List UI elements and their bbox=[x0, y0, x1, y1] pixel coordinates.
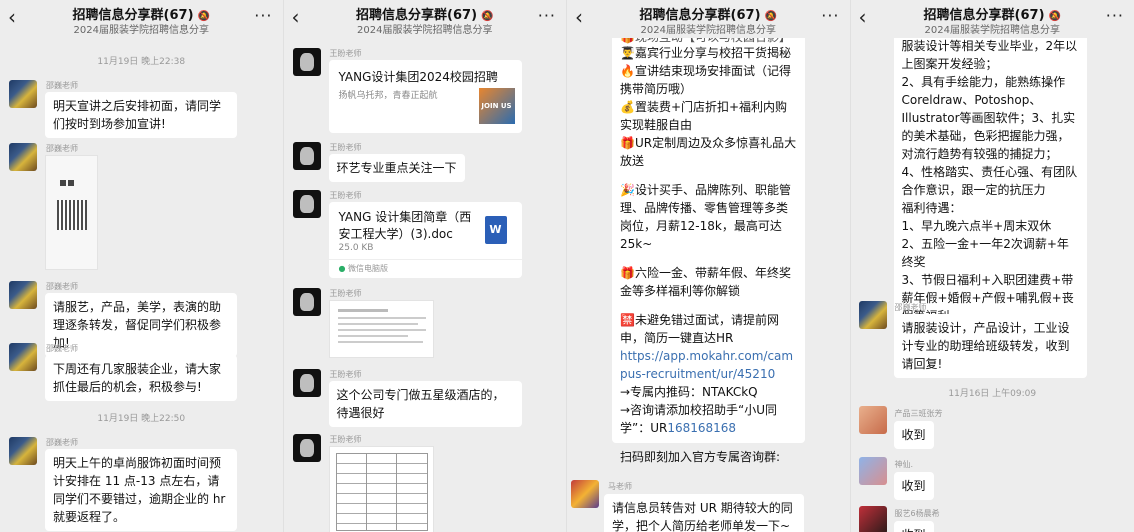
avatar[interactable] bbox=[292, 142, 321, 170]
image-message[interactable] bbox=[328, 446, 434, 532]
avatar[interactable] bbox=[858, 406, 887, 434]
chat-header: ‹ 招聘信息分享群(67) 🔕 2024届服装学院招聘信息分享 ··· bbox=[567, 0, 850, 38]
sender-name: 邵巍老师 bbox=[46, 81, 78, 90]
avatar[interactable] bbox=[9, 281, 37, 309]
sender-name: 产品三班张芳 bbox=[894, 409, 943, 418]
more-icon[interactable]: ··· bbox=[538, 6, 556, 25]
message-line: 👨‍🎓嘉宾行业分享与校招干货揭秘 bbox=[620, 46, 791, 60]
avatar[interactable] bbox=[571, 480, 599, 508]
sender-name: 王盼老师 bbox=[329, 49, 362, 58]
message-paragraph: 🎉设计买手、品牌陈列、职能管理、品牌传播、零售管理等多类岗位，月薪12-18k，… bbox=[620, 183, 791, 251]
message-line: 🔥宣讲结束现场安排面试（记得携带简历哦） bbox=[620, 64, 791, 96]
message-bubble[interactable]: 请信息员转告对 UR 期待较大的同学，把个人简历给老师单发一下~ bbox=[604, 494, 804, 532]
word-file-icon: W bbox=[484, 216, 507, 244]
sender-name: 邵巍老师 bbox=[894, 303, 927, 312]
message-bubble[interactable]: 收到 bbox=[893, 472, 934, 500]
avatar[interactable] bbox=[858, 457, 887, 485]
avatar[interactable] bbox=[292, 434, 321, 462]
sender-name: 王盼老师 bbox=[329, 191, 362, 200]
message-bubble[interactable]: 这个公司专门做五星级酒店的，待遇很好 bbox=[328, 381, 522, 427]
message-bubble-job-detail[interactable]: 服装设计等相关专业毕业，2年以上图案开发经验； 2、具有手绘能力，能熟练操作Co… bbox=[893, 32, 1087, 330]
chat-panel-4: ‹ 招聘信息分享群(67) 🔕 2024届服装学院招聘信息分享 ··· 服装设计等… bbox=[850, 0, 1134, 532]
referral-code: →专属内推码：NTAKCkQ bbox=[620, 385, 758, 399]
chat-subtitle: 2024届服装学院招聘信息分享 bbox=[357, 25, 493, 36]
sender-name: 王盼老师 bbox=[329, 435, 362, 444]
avatar[interactable] bbox=[292, 369, 321, 397]
more-icon[interactable]: ··· bbox=[254, 6, 272, 25]
link-thumbnail: JOIN US bbox=[478, 88, 515, 124]
message-paragraph: 🎁六险一金、带薪年假、年终奖金等多样福利等你解锁 bbox=[620, 266, 791, 298]
avatar[interactable] bbox=[292, 190, 321, 218]
chat-header: ‹ 招聘信息分享群(67) 🔕 2024届服装学院招聘信息分享 ··· bbox=[283, 0, 566, 38]
message-bubble-recruitment[interactable]: 🎁现场互动【可以与校园合影】 👨‍🎓嘉宾行业分享与校招干货揭秘 🔥宣讲结束现场安… bbox=[612, 30, 805, 464]
recruitment-link[interactable]: https://app.mokahr.com/campus-recruitmen… bbox=[620, 347, 797, 383]
message-line: 💰置装费+门店折扣+福利内购实现鞋服自由 bbox=[620, 100, 788, 132]
sender-name: 邵巍老师 bbox=[46, 438, 78, 447]
sender-name: 马老师 bbox=[608, 482, 632, 491]
timestamp: 11月16日 上午09:09 bbox=[948, 389, 1037, 399]
timestamp: 11月19日 晚上22:50 bbox=[97, 414, 186, 424]
avatar[interactable] bbox=[9, 80, 37, 108]
chat-panel-2: ‹ 招聘信息分享群(67) 🔕 2024届服装学院招聘信息分享 ··· 王盼老师 … bbox=[283, 0, 567, 532]
message-paragraph: 扫码即刻加入官方专属咨询群: bbox=[620, 450, 781, 464]
avatar[interactable] bbox=[858, 506, 887, 532]
chat-header: ‹ 招聘信息分享群(67) 🔕 2024届服装学院招聘信息分享 ··· bbox=[0, 0, 283, 38]
message-line: 🎁UR定制周边及众多惊喜礼品大放送 bbox=[620, 136, 797, 168]
more-icon[interactable]: ··· bbox=[1106, 6, 1124, 25]
file-card[interactable]: YANG 设计集团简章（西安工程大学）(3).doc 25.0 KB W ● 微… bbox=[328, 202, 522, 278]
chat-panel-3: ‹ 招聘信息分享群(67)🔕 2024届服装学院招聘信息分享 ··· 🎁现场互动… bbox=[567, 0, 851, 532]
avatar[interactable] bbox=[292, 288, 321, 316]
message-bubble[interactable]: 收到 bbox=[893, 421, 934, 449]
chat-panel-1: ‹ 招聘信息分享群(67) 🔕 2024届服装学院招聘信息分享 ··· 11月19… bbox=[0, 0, 284, 532]
chat-subtitle: 2024届服装学院招聘信息分享 bbox=[640, 25, 776, 36]
file-size: 25.0 KB bbox=[338, 243, 374, 253]
link-title: YANG设计集团2024校园招聘 bbox=[338, 70, 498, 84]
qr-image-message[interactable] bbox=[45, 155, 98, 270]
link-description: 扬帆乌托邦，青春正起航 bbox=[338, 91, 438, 101]
sender-name: 服艺6杨晨希 bbox=[894, 509, 940, 518]
avatar[interactable] bbox=[9, 437, 37, 465]
sender-name: 邵巍老师 bbox=[46, 282, 78, 291]
sender-name: 王盼老师 bbox=[329, 143, 362, 152]
wechat-icon: ● bbox=[338, 264, 346, 273]
file-source: ● 微信电脑版 bbox=[338, 264, 389, 273]
sender-name: 王盼老师 bbox=[329, 370, 362, 379]
helper-line: →咨询请添加校招助手“小U同学”：UR168168168 bbox=[620, 403, 778, 435]
chat-header: ‹ 招聘信息分享群(67) 🔕 2024届服装学院招聘信息分享 ··· bbox=[850, 0, 1134, 38]
sender-name: 神仙. bbox=[894, 460, 914, 469]
more-icon[interactable]: ··· bbox=[821, 6, 839, 25]
message-bubble[interactable]: 下周还有几家服装企业，请大家抓住最后的机会，积极参与! bbox=[45, 355, 237, 401]
file-name: YANG 设计集团简章（西安工程大学）(3).doc bbox=[338, 210, 472, 241]
chat-subtitle: 2024届服装学院招聘信息分享 bbox=[73, 25, 209, 36]
sender-name: 邵巍老师 bbox=[46, 344, 78, 353]
timestamp: 11月19日 晚上22:38 bbox=[97, 57, 186, 67]
message-paragraph: 🈲未避免错过面试，请提前网申，简历一键直达HR bbox=[620, 313, 779, 345]
chat-subtitle: 2024届服装学院招聘信息分享 bbox=[924, 25, 1060, 36]
helper-number-link[interactable]: 168168168 bbox=[667, 421, 736, 435]
avatar[interactable] bbox=[858, 301, 887, 329]
link-card[interactable]: YANG设计集团2024校园招聘 扬帆乌托邦，青春正起航 JOIN US bbox=[328, 60, 522, 133]
avatar[interactable] bbox=[9, 343, 37, 371]
avatar[interactable] bbox=[9, 143, 37, 171]
image-message[interactable] bbox=[328, 300, 434, 358]
message-bubble[interactable]: 明天上午的卓尚服饰初面时间预计安排在 11 点-13 点左右，请同学们不要错过，… bbox=[45, 449, 237, 531]
sender-name: 王盼老师 bbox=[329, 289, 362, 298]
message-bubble[interactable]: 请服装设计，产品设计，工业设计专业的助理给班级转发，收到请回复! bbox=[893, 314, 1087, 378]
avatar[interactable] bbox=[292, 48, 321, 76]
sender-name: 邵巍老师 bbox=[46, 144, 78, 153]
message-bubble[interactable]: 明天宣讲之后安排初面，请同学们按时到场参加宣讲! bbox=[45, 92, 237, 138]
message-bubble[interactable]: 收到 bbox=[893, 521, 934, 532]
message-bubble[interactable]: 环艺专业重点关注一下 bbox=[328, 154, 465, 182]
chat-screenshots: ‹ 招聘信息分享群(67) 🔕 2024届服装学院招聘信息分享 ··· 11月19… bbox=[0, 0, 1134, 532]
